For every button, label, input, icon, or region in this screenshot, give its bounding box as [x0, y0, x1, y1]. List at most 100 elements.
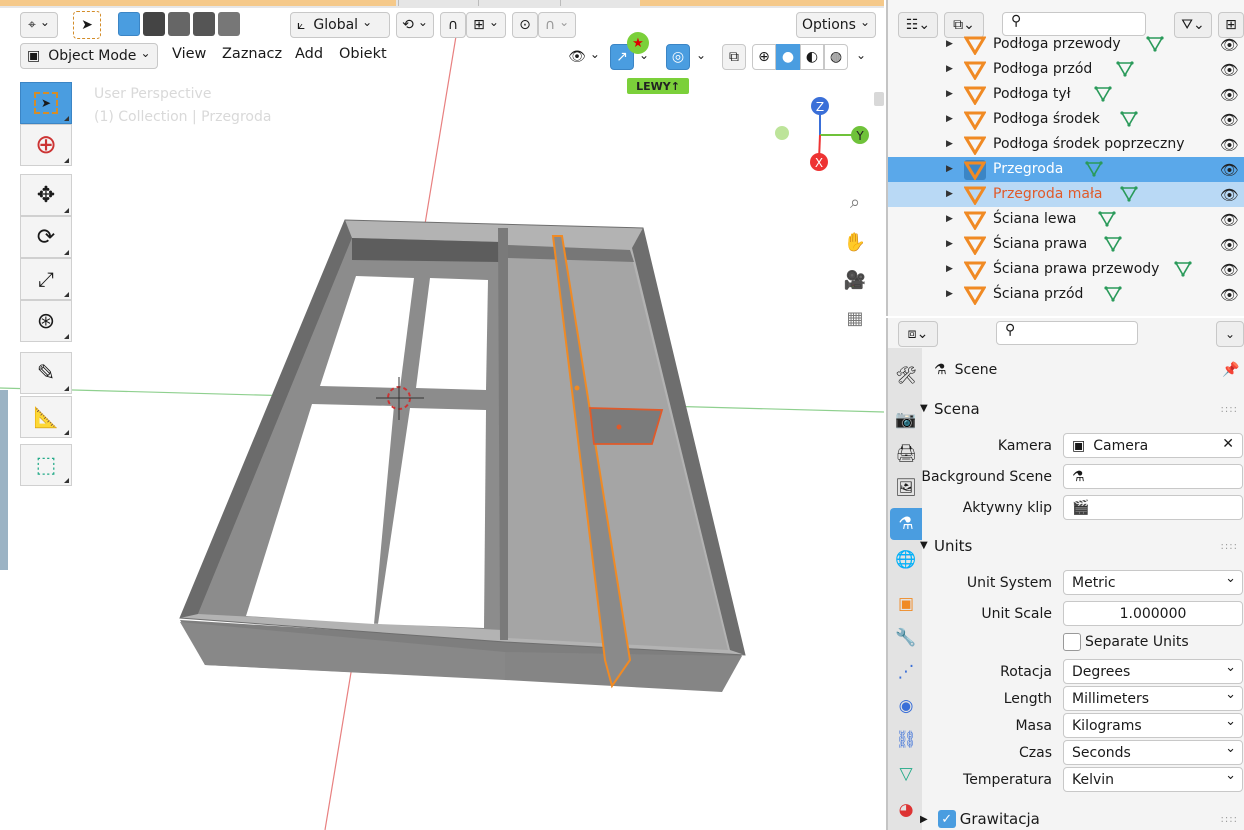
- menu-select[interactable]: Zaznacz: [222, 46, 282, 62]
- select-subtract-icon[interactable]: [168, 12, 191, 36]
- section-gravity-header[interactable]: ▶ ✓ Grawitacja: [920, 808, 1040, 830]
- section-units-header[interactable]: ▼ Units: [920, 537, 972, 555]
- options-dropdown[interactable]: Options: [796, 12, 876, 38]
- tool-transform[interactable]: ⊛: [20, 300, 72, 342]
- expand-arrow-icon[interactable]: ▶: [946, 39, 953, 49]
- outliner-item[interactable]: ▶ Podłoga środek 👁: [888, 107, 1244, 132]
- mass-select[interactable]: Kilograms: [1063, 713, 1243, 738]
- expand-arrow-icon[interactable]: ▶: [946, 264, 953, 274]
- separate-units-checkbox[interactable]: Separate Units: [1063, 632, 1189, 652]
- eye-icon[interactable]: 👁: [1220, 86, 1239, 104]
- mode-dropdown[interactable]: ▣ Object Mode: [20, 43, 158, 69]
- properties-panel[interactable]: ⧈⌄ ⚲ ⌄ 🛠 📷 🖨 🖼 ⚗ 🌐 ▣ 🔧 ⋰ ◉ ⛓ ▽ ◕ ⚗ Scene …: [886, 318, 1244, 830]
- outliner-item[interactable]: ▶ Przegroda 👁: [888, 157, 1244, 182]
- rendered-shading-icon[interactable]: ◍: [824, 44, 848, 70]
- drag-handle-icon[interactable]: ::::: [1221, 814, 1238, 825]
- background-scene-field[interactable]: ⚗: [1063, 464, 1243, 489]
- menu-view[interactable]: View: [172, 46, 206, 62]
- wireframe-shading-icon[interactable]: ⊕: [752, 44, 776, 70]
- material-shading-icon[interactable]: ◐: [800, 44, 824, 70]
- eye-icon[interactable]: 👁: [1220, 211, 1239, 229]
- tool-annotate[interactable]: ✎: [20, 352, 72, 394]
- outliner-panel[interactable]: ☷⌄ ⧉⌄ ⚲ ⛛⌄ ⊞ ▶ Podłoga przewody 👁 ▶ Podłoga …: [886, 0, 1244, 316]
- temperature-select[interactable]: Kelvin: [1063, 767, 1243, 792]
- mesh-data-icon[interactable]: [1085, 160, 1103, 178]
- menu-object[interactable]: Obiekt: [339, 46, 387, 62]
- mesh-data-icon[interactable]: [1120, 185, 1138, 203]
- expand-arrow-icon[interactable]: ▶: [946, 239, 953, 249]
- eye-icon[interactable]: 👁: [1220, 136, 1239, 154]
- properties-editor-type[interactable]: ⧈⌄: [898, 321, 938, 347]
- active-clip-field[interactable]: 🎬: [1063, 495, 1243, 520]
- outliner-item[interactable]: ▶ Ściana przód 👁: [888, 282, 1244, 307]
- 3d-viewport[interactable]: ⌖ ➤ ⟀ Global ⟲ ∩ ⊞ ⊙ ∩ Options ▣ Object Mo…: [0, 0, 884, 830]
- visibility-dropdown[interactable]: 👁: [564, 44, 604, 70]
- viewport-scrollbar[interactable]: [874, 92, 884, 106]
- tab-material[interactable]: ◕: [890, 794, 922, 826]
- overlay-toggle[interactable]: ◎: [666, 44, 690, 70]
- outliner-item[interactable]: ▶ Ściana prawa 👁: [888, 232, 1244, 257]
- xray-toggle[interactable]: ⧉: [722, 44, 746, 70]
- mesh-data-icon[interactable]: [1104, 235, 1122, 253]
- select-tool-button[interactable]: ➤: [73, 11, 101, 39]
- outliner-item[interactable]: ▶ Przegroda mała 👁: [888, 182, 1244, 207]
- checkbox-checked-icon[interactable]: ✓: [937, 810, 956, 828]
- menu-add[interactable]: Add: [295, 46, 323, 62]
- expand-arrow-icon[interactable]: ▶: [946, 89, 953, 99]
- eye-icon[interactable]: 👁: [1220, 236, 1239, 254]
- snap-target-dropdown[interactable]: ⊞: [466, 12, 506, 38]
- select-invert-icon[interactable]: [193, 12, 216, 36]
- tab-modifiers[interactable]: 🔧: [890, 622, 922, 654]
- eye-icon[interactable]: 👁: [1220, 261, 1239, 279]
- editor-type-button[interactable]: ⌖: [20, 12, 58, 38]
- mesh-data-icon[interactable]: [1104, 285, 1122, 303]
- tab-world[interactable]: 🌐: [890, 544, 922, 576]
- transform-orientation-dropdown[interactable]: ⟀ Global: [290, 12, 390, 38]
- unit-system-select[interactable]: Metric: [1063, 570, 1243, 595]
- time-select[interactable]: Seconds: [1063, 740, 1243, 765]
- tool-move[interactable]: ✥: [20, 174, 72, 216]
- properties-search-input[interactable]: ⚲: [996, 321, 1138, 345]
- tool-select-box[interactable]: ➤: [20, 82, 72, 124]
- expand-arrow-icon[interactable]: ▶: [946, 164, 953, 174]
- shading-chevron-icon[interactable]: ⌄: [856, 48, 866, 62]
- properties-options-dropdown[interactable]: ⌄: [1216, 321, 1244, 347]
- section-scene-header[interactable]: ▼ Scena: [920, 400, 980, 418]
- outliner-item[interactable]: ▶ Ściana prawa przewody 👁: [888, 257, 1244, 282]
- unit-scale-field[interactable]: 1.000000: [1063, 601, 1243, 626]
- eye-icon[interactable]: 👁: [1220, 111, 1239, 129]
- close-icon[interactable]: ✕: [1222, 436, 1234, 452]
- tool-measure[interactable]: 📐: [20, 396, 72, 438]
- pivot-point-dropdown[interactable]: ⟲: [396, 12, 434, 38]
- proportional-editing-toggle[interactable]: ⊙: [512, 12, 538, 38]
- pan-hand-icon[interactable]: ✋: [843, 230, 867, 254]
- mesh-data-icon[interactable]: [1120, 110, 1138, 128]
- expand-arrow-icon[interactable]: ▶: [946, 214, 953, 224]
- drag-handle-icon[interactable]: ::::: [1221, 404, 1238, 415]
- outliner-item[interactable]: ▶ Podłoga przód 👁: [888, 57, 1244, 82]
- outliner-item[interactable]: ▶ Podłoga przewody 👁: [888, 32, 1244, 57]
- outliner-item[interactable]: ▶ Podłoga środek poprzeczny 👁: [888, 132, 1244, 157]
- tab-render[interactable]: 📷: [890, 404, 922, 436]
- falloff-dropdown[interactable]: ∩: [538, 12, 576, 38]
- mesh-data-icon[interactable]: [1146, 35, 1164, 53]
- expand-arrow-icon[interactable]: ▶: [946, 139, 953, 149]
- expand-arrow-icon[interactable]: ▶: [946, 64, 953, 74]
- zoom-icon[interactable]: ⌕: [843, 190, 867, 214]
- mesh-data-icon[interactable]: [1116, 60, 1134, 78]
- tool-add-cube[interactable]: ⬚: [20, 444, 72, 486]
- navigation-gizmo[interactable]: Z Y X: [770, 92, 874, 176]
- mesh-data-icon[interactable]: [1098, 210, 1116, 228]
- overlay-chevron-icon[interactable]: ⌄: [696, 48, 706, 62]
- eye-icon[interactable]: 👁: [1220, 161, 1239, 179]
- outliner-item[interactable]: ▶ Podłoga tył 👁: [888, 82, 1244, 107]
- snap-toggle[interactable]: ∩: [440, 12, 466, 38]
- drag-handle-icon[interactable]: ::::: [1221, 541, 1238, 552]
- mesh-data-icon[interactable]: [1094, 85, 1112, 103]
- tool-scale[interactable]: ⤢: [20, 258, 72, 300]
- tool-cursor[interactable]: ⊕: [20, 124, 72, 166]
- gizmo-chevron-icon[interactable]: ⌄: [639, 48, 649, 62]
- eye-icon[interactable]: 👁: [1220, 61, 1239, 79]
- tab-tool[interactable]: 🛠: [890, 360, 922, 392]
- eye-icon[interactable]: 👁: [1220, 286, 1239, 304]
